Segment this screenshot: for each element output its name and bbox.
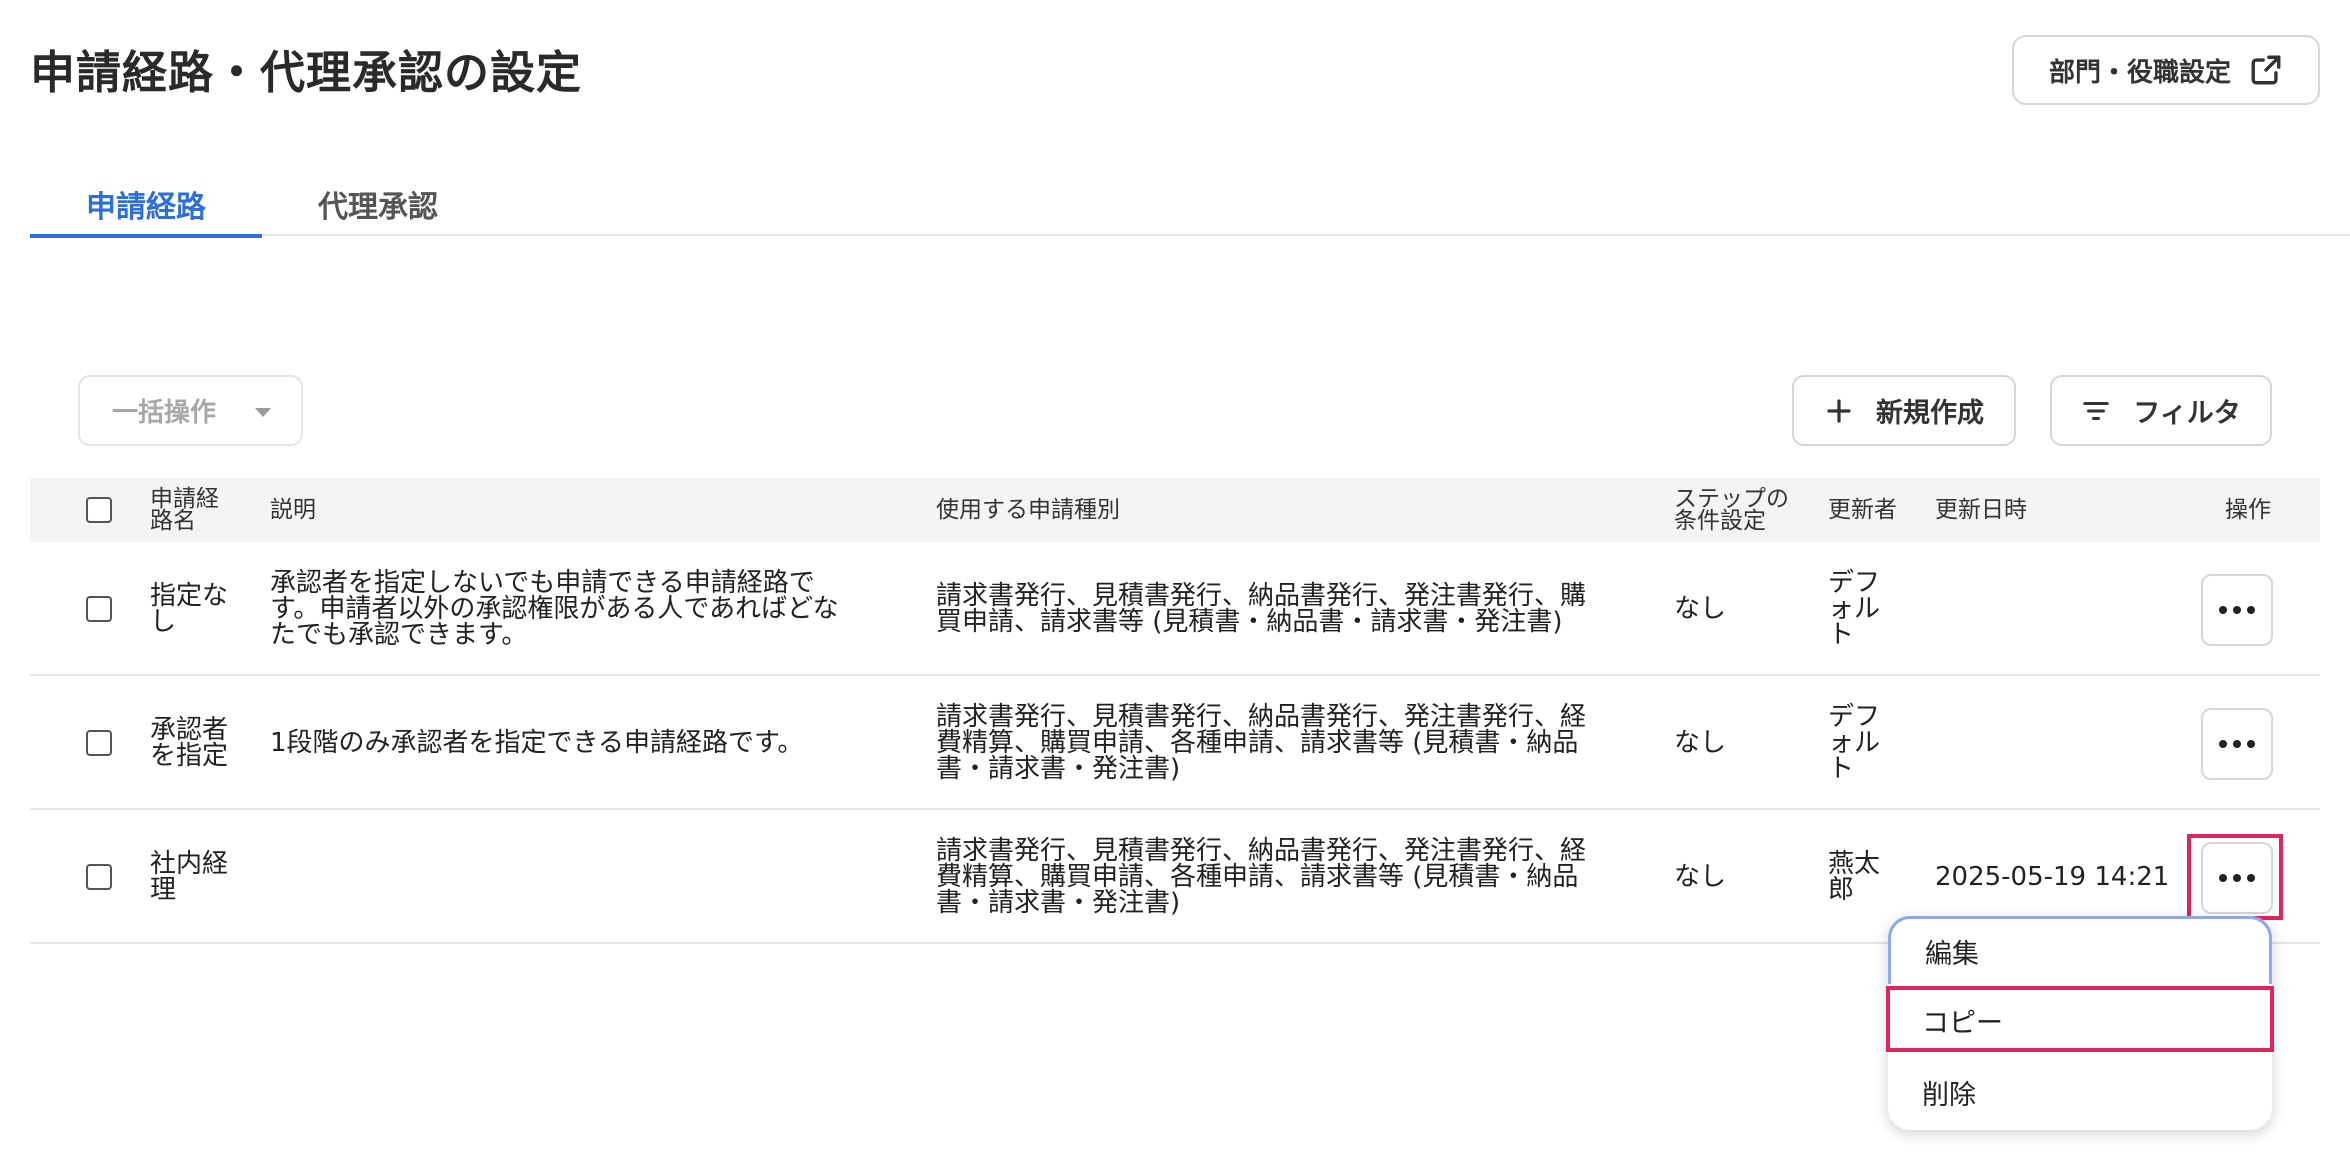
description-line: す。申請者以外の承認権限がある人であればどな — [270, 594, 839, 624]
updater-line: 郎 — [1828, 875, 1855, 905]
dept-role-settings-button[interactable]: 部門・役職設定 — [2012, 35, 2320, 105]
description-line: 1段階のみ承認者を指定できる申請経路です。 — [270, 728, 804, 758]
header-description: 説明 — [270, 497, 316, 523]
table-row: 承認者 を指定 1段階のみ承認者を指定できる申請経路です。 請求書発行、見積書発… — [30, 676, 2320, 810]
header-updated-at: 更新日時 — [1935, 497, 2027, 523]
select-all-checkbox[interactable] — [86, 497, 112, 523]
route-name: 指定な し — [150, 583, 228, 635]
updater-line: デフ — [1828, 568, 1881, 598]
route-name-line: し — [150, 607, 177, 637]
step-condition: なし — [1674, 594, 1727, 624]
header-updater: 更新者 — [1828, 497, 1897, 523]
request-types-line: 書・請求書・発注書) — [936, 888, 1181, 918]
header-route-name-line1: 申請経 — [150, 486, 219, 512]
menu-item-delete[interactable]: 削除 — [1888, 1058, 2272, 1126]
filter-icon — [2083, 401, 2110, 420]
filter-label: フィルタ — [2133, 398, 2241, 429]
updater: 燕太 郎 — [1828, 851, 1880, 903]
external-link-icon — [2251, 55, 2281, 85]
request-types-line: 費精算、購買申請、各種申請、請求書等 (見積書・納品 — [936, 862, 1579, 892]
tab-proxy-approval[interactable]: 代理承認 — [262, 172, 494, 236]
updater-line: ォル — [1828, 594, 1881, 624]
updater-line: ト — [1828, 754, 1855, 784]
filter-button[interactable]: フィルタ — [2050, 375, 2272, 446]
row-actions-button[interactable] — [2201, 574, 2273, 646]
row-checkbox[interactable] — [86, 596, 112, 622]
header-step-line2: 条件設定 — [1674, 508, 1766, 534]
bulk-action-select[interactable]: 一括操作 — [78, 375, 303, 446]
row-actions-menu: 編集 コピー 削除 — [1888, 916, 2272, 1130]
header-route-name: 申請経 路名 — [150, 486, 219, 534]
header-step-condition: ステップの 条件設定 — [1674, 486, 1789, 534]
description-line: たでも承認できます。 — [270, 620, 528, 650]
new-create-label: 新規作成 — [1876, 398, 1984, 429]
header-actions: 操作 — [2225, 497, 2271, 523]
new-create-button[interactable]: 新規作成 — [1792, 375, 2016, 446]
updated-at: 2025-05-19 14:21 — [1935, 862, 2170, 892]
request-types-line: 請求書発行、見積書発行、納品書発行、発注書発行、経 — [936, 836, 1587, 866]
menu-item-copy[interactable]: コピー — [1888, 986, 2272, 1054]
description-line: 承認者を指定しないでも申請できる申請経路で — [270, 568, 815, 598]
header-route-name-line2: 路名 — [150, 508, 196, 534]
more-horizontal-icon — [2219, 874, 2255, 882]
step-condition: なし — [1674, 862, 1727, 892]
more-horizontal-icon — [2219, 740, 2255, 748]
route-name-line: 指定な — [150, 581, 229, 611]
tab-approval-route[interactable]: 申請経路 — [30, 172, 262, 238]
request-types-line: 請求書発行、見積書発行、納品書発行、発注書発行、経 — [936, 702, 1587, 732]
updater-line: ト — [1828, 620, 1855, 650]
request-types-line: 費精算、購買申請、各種申請、請求書等 (見積書・納品 — [936, 728, 1579, 758]
row-actions-button[interactable] — [2201, 708, 2273, 780]
request-types-line: 買申請、請求書等 (見積書・納品書・請求書・発注書) — [936, 607, 1563, 637]
table-row: 指定な し 承認者を指定しないでも申請できる申請経路で す。申請者以外の承認権限… — [30, 542, 2320, 676]
route-name-line: 理 — [150, 875, 177, 905]
route-name-line: 社内経 — [150, 849, 229, 879]
updater: デフ ォル ト — [1828, 704, 1880, 782]
header-step-line1: ステップの — [1674, 486, 1789, 512]
request-types-line: 書・請求書・発注書) — [936, 754, 1181, 784]
row-checkbox[interactable] — [86, 864, 112, 890]
row-checkbox[interactable] — [86, 730, 112, 756]
page-title: 申請経路・代理承認の設定 — [30, 46, 583, 99]
step-condition: なし — [1674, 728, 1727, 758]
route-name-line: 承認者 — [150, 715, 229, 745]
plus-icon — [1827, 398, 1851, 423]
route-name: 承認者 を指定 — [150, 717, 228, 769]
updater-line: ォル — [1828, 728, 1881, 758]
route-name: 社内経 理 — [150, 851, 228, 903]
request-types: 請求書発行、見積書発行、納品書発行、発注書発行、購 買申請、請求書等 (見積書・… — [936, 583, 1586, 635]
updater: デフ ォル ト — [1828, 570, 1880, 648]
updater-line: デフ — [1828, 702, 1881, 732]
request-types: 請求書発行、見積書発行、納品書発行、発注書発行、経 費精算、購買申請、各種申請、… — [936, 704, 1586, 782]
request-types-line: 請求書発行、見積書発行、納品書発行、発注書発行、購 — [936, 581, 1587, 611]
row-actions-button[interactable] — [2201, 842, 2273, 914]
chevron-down-icon — [255, 408, 271, 417]
dept-button-label: 部門・役職設定 — [2048, 57, 2231, 88]
route-description: 1段階のみ承認者を指定できる申請経路です。 — [270, 730, 803, 756]
request-types: 請求書発行、見積書発行、納品書発行、発注書発行、経 費精算、購買申請、各種申請、… — [936, 838, 1586, 916]
route-description: 承認者を指定しないでも申請できる申請経路で す。申請者以外の承認権限がある人であ… — [270, 570, 839, 648]
header-request-types: 使用する申請種別 — [936, 497, 1120, 523]
menu-item-edit[interactable]: 編集 — [1888, 916, 2272, 984]
table-header: 申請経 路名 説明 使用する申請種別 ステップの 条件設定 更新者 更新日時 操… — [30, 478, 2320, 542]
tab-bar: 申請経路 代理承認 — [30, 172, 2350, 238]
route-name-line: を指定 — [150, 741, 229, 771]
more-horizontal-icon — [2219, 606, 2255, 614]
page: 申請経路・代理承認の設定 部門・役職設定 申請経路 代理承認 一括操作 新規作成… — [0, 0, 2350, 1164]
bulk-action-label: 一括操作 — [112, 398, 217, 428]
updater-line: 燕太 — [1828, 849, 1881, 879]
